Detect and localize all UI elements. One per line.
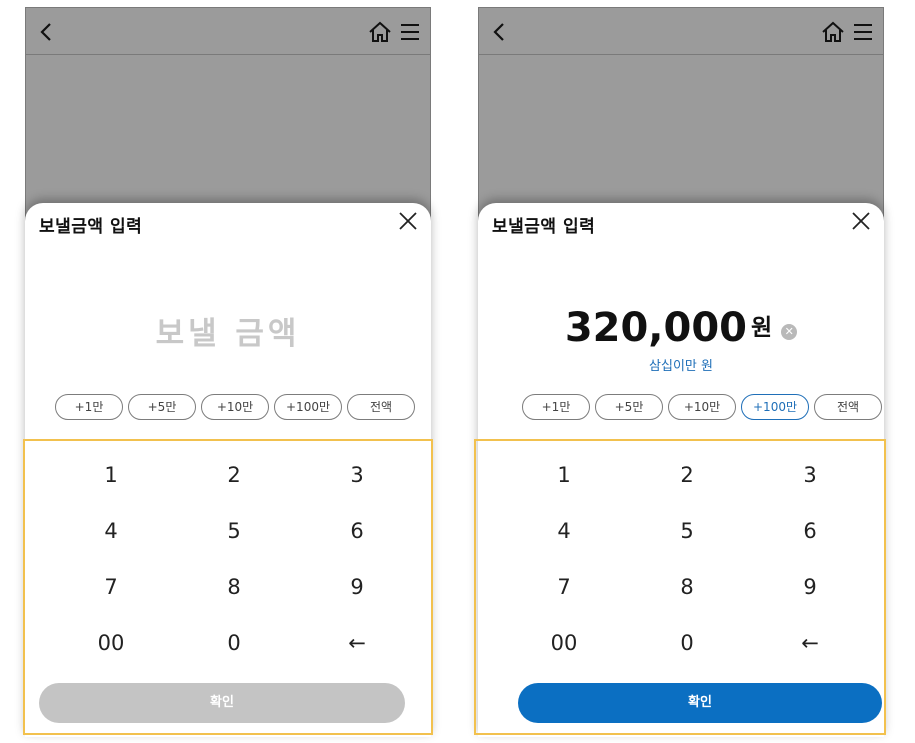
quick-add-100k-button[interactable]: +10만: [668, 394, 736, 420]
phone-screen-empty: 보낼금액 입력 보낼 금액 +1만 +5만 +10만 +100만 전액 1 2 …: [23, 7, 433, 737]
sheet-title: 보낼금액 입력: [39, 217, 143, 237]
keypad-key-1[interactable]: 1: [524, 455, 604, 495]
amount-input-placeholder[interactable]: 보낼 금액: [25, 308, 431, 353]
quick-add-50k-button[interactable]: +5만: [595, 394, 663, 420]
quick-add-1m-button[interactable]: +100만: [741, 394, 809, 420]
keypad-key-3[interactable]: 3: [317, 455, 397, 495]
keypad-key-8[interactable]: 8: [194, 567, 274, 607]
home-icon[interactable]: [821, 20, 845, 44]
amount-in-words: 삼십이만 원: [649, 359, 713, 374]
keypad-key-6[interactable]: 6: [317, 511, 397, 551]
amount-bottom-sheet: 보낼금액 입력 보낼 금액 +1만 +5만 +10만 +100만 전액 1 2 …: [23, 203, 433, 737]
quick-add-10k-button[interactable]: +1만: [55, 394, 123, 420]
amount-unit: 원: [751, 315, 773, 341]
quick-amount-buttons: +1만 +5만 +10만 +100만 전액: [55, 394, 415, 420]
keypad-key-8[interactable]: 8: [647, 567, 727, 607]
confirm-button[interactable]: 확인: [39, 683, 405, 723]
hamburger-menu-icon[interactable]: [853, 22, 873, 42]
keypad-key-00[interactable]: 00: [524, 623, 604, 663]
keypad-key-4[interactable]: 4: [71, 511, 151, 551]
keypad-key-00[interactable]: 00: [71, 623, 151, 663]
keypad-key-5[interactable]: 5: [647, 511, 727, 551]
amount-bottom-sheet: 보낼금액 입력 320,000 원 ✕ 삼십이만 원 +1만 +5만 +10만 +1…: [474, 203, 886, 737]
keypad-backspace-key[interactable]: ←: [770, 623, 850, 663]
keypad-key-6[interactable]: 6: [770, 511, 850, 551]
amount-value: 320,000: [564, 305, 747, 351]
keypad-key-9[interactable]: 9: [317, 567, 397, 607]
close-icon[interactable]: [850, 210, 872, 232]
keypad-key-0[interactable]: 0: [647, 623, 727, 663]
number-keypad: 1 2 3 4 5 6 7 8 9 00 0 ← 확인: [23, 439, 433, 735]
keypad-key-5[interactable]: 5: [194, 511, 274, 551]
sheet-title: 보낼금액 입력: [492, 217, 596, 237]
keypad-key-0[interactable]: 0: [194, 623, 274, 663]
number-keypad: 1 2 3 4 5 6 7 8 9 00 0 ← 확인: [474, 439, 886, 735]
close-icon[interactable]: [397, 210, 419, 232]
clear-circle-icon[interactable]: ✕: [781, 324, 798, 340]
keypad-key-1[interactable]: 1: [71, 455, 151, 495]
phone-screen-filled: 보낼금액 입력 320,000 원 ✕ 삼십이만 원 +1만 +5만 +10만 +1…: [474, 7, 886, 737]
quick-add-50k-button[interactable]: +5만: [128, 394, 196, 420]
keypad-backspace-key[interactable]: ←: [317, 623, 397, 663]
keypad-key-3[interactable]: 3: [770, 455, 850, 495]
keypad-key-4[interactable]: 4: [524, 511, 604, 551]
amount-display[interactable]: 320,000 원 ✕: [478, 305, 884, 351]
quick-all-amount-button[interactable]: 전액: [347, 394, 415, 420]
quick-all-amount-button[interactable]: 전액: [814, 394, 882, 420]
top-app-bar: [478, 7, 884, 55]
keypad-key-2[interactable]: 2: [647, 455, 727, 495]
top-app-bar: [25, 7, 431, 55]
quick-add-1m-button[interactable]: +100만: [274, 394, 342, 420]
keypad-key-2[interactable]: 2: [194, 455, 274, 495]
keypad-key-9[interactable]: 9: [770, 567, 850, 607]
confirm-button[interactable]: 확인: [518, 683, 882, 723]
keypad-key-7[interactable]: 7: [71, 567, 151, 607]
quick-add-10k-button[interactable]: +1만: [522, 394, 590, 420]
home-icon[interactable]: [368, 20, 392, 44]
hamburger-menu-icon[interactable]: [400, 22, 420, 42]
quick-add-100k-button[interactable]: +10만: [201, 394, 269, 420]
back-arrow-icon[interactable]: [36, 20, 58, 44]
quick-amount-buttons: +1만 +5만 +10만 +100만 전액: [522, 394, 882, 420]
keypad-key-7[interactable]: 7: [524, 567, 604, 607]
back-arrow-icon[interactable]: [489, 20, 511, 44]
